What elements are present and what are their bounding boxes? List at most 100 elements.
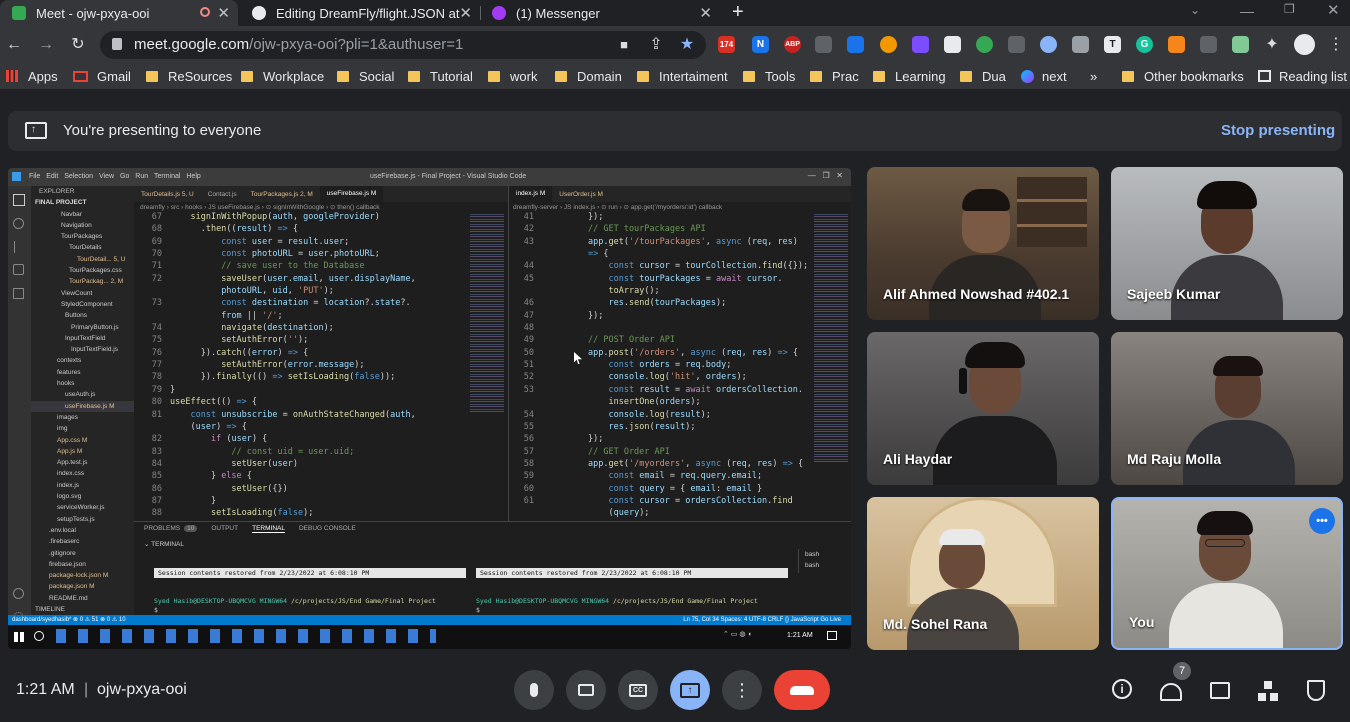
bookmark-workplace[interactable]: Workplace [241,68,324,84]
explorer-file[interactable]: TourPackages.css [31,265,134,276]
adblock-icon[interactable]: ABP [784,36,801,53]
explorer-file[interactable]: App.test.js [31,457,134,468]
bookmark-prac[interactable]: Prac [810,68,859,84]
extension-n-icon[interactable]: N [752,36,769,53]
explorer-file[interactable]: PrimaryButton.js [31,322,134,333]
explorer-file[interactable]: README.md [31,593,134,604]
bookmark-work[interactable]: work [488,68,537,84]
explorer-file[interactable]: TourDetail... 5, U [31,254,134,265]
bookmark-gmail[interactable]: Gmail [73,68,131,84]
extension-icon[interactable] [815,36,832,53]
bookmark-intertaiment[interactable]: Intertaiment [637,68,728,84]
explorer-file[interactable]: Buttons [31,310,134,321]
url-text[interactable]: meet.google.com/ojw-pxya-ooi?pli=1&authu… [134,36,463,53]
grammarly-icon[interactable]: G [1136,36,1153,53]
bookmark-domain[interactable]: Domain [555,68,622,84]
extension-icon[interactable] [944,36,961,53]
bookmark-tools[interactable]: Tools [743,68,795,84]
close-icon[interactable]: ✕ [217,4,230,22]
bookmark-apps[interactable]: Apps [6,68,58,84]
participant-tile-self[interactable]: ••• You [1111,497,1343,650]
explorer-file[interactable]: TourDetails [31,242,134,253]
participant-tile[interactable]: Sajeeb Kumar [1111,167,1343,320]
participant-tile[interactable]: Ali Haydar [867,332,1099,485]
explorer-file[interactable]: useAuth.js [31,389,134,400]
explorer-file[interactable]: TIMELINE [31,604,134,615]
kebab-menu-icon[interactable]: ⋮ [1326,35,1346,55]
bookmark-next[interactable]: next [1021,68,1067,84]
bookmark-other[interactable]: Other bookmarks [1122,68,1244,84]
explorer-file[interactable]: .gitignore [31,548,134,559]
explorer-file[interactable]: TourPackag... 2, M [31,276,134,287]
captions-button[interactable]: CC [618,670,658,710]
extension-icon[interactable]: T [1104,36,1121,53]
microphone-button[interactable] [514,670,554,710]
people-button[interactable] [1160,679,1184,703]
new-tab-button[interactable]: + [732,1,744,24]
stop-presenting-button[interactable]: Stop presenting [1221,122,1335,139]
explorer-file[interactable]: index.js [31,480,134,491]
lock-icon[interactable] [112,38,122,50]
explorer-file[interactable]: logo.svg [31,491,134,502]
bookmark-dua[interactable]: Dua [960,68,1006,84]
explorer-file[interactable]: Navigation [31,220,134,231]
more-options-button[interactable]: ⋮ [722,670,762,710]
explorer-file[interactable]: App.js M [31,446,134,457]
explorer-file[interactable]: img [31,423,134,434]
tab-meet[interactable]: Meet - ojw-pxya-ooi ✕ [0,0,238,26]
explorer-file[interactable]: setupTests.js [31,514,134,525]
react-devtools-icon[interactable] [1040,36,1057,53]
explorer-file[interactable]: useFirebase.js M [31,400,134,412]
star-icon[interactable]: ★ [677,35,697,55]
chat-button[interactable] [1208,679,1232,703]
bookmark-resources[interactable]: ReSources [146,68,232,84]
bookmark-reading-list[interactable]: Reading list [1258,68,1347,84]
explorer-file[interactable]: images [31,412,134,423]
extension-icon[interactable] [1072,36,1089,53]
extension-icon[interactable] [976,36,993,53]
close-icon[interactable]: ✕ [699,4,712,22]
minimize-icon[interactable]: — [1240,3,1254,19]
explorer-file[interactable]: features [31,367,134,378]
explorer-file[interactable]: StyledComponent [31,299,134,310]
bookmark-social[interactable]: Social [337,68,394,84]
explorer-file[interactable]: TourPackages [31,231,134,242]
reload-icon[interactable]: ↻ [68,35,88,55]
explorer-file[interactable]: ViewCount [31,288,134,299]
explorer-file[interactable]: Navbar [31,209,134,220]
bookmark-tutorial[interactable]: Tutorial [408,68,473,84]
explorer-file[interactable]: .firebaserc [31,536,134,547]
avatar[interactable] [1294,34,1315,55]
tab-messenger[interactable]: (1) Messenger ✕ [480,0,720,26]
explorer-file[interactable]: hooks [31,378,134,389]
extension-mail-icon[interactable]: 174 [718,36,735,53]
maximize-icon[interactable]: ❐ [1284,2,1295,16]
metamask-icon[interactable] [1168,36,1185,53]
puzzle-icon[interactable]: ✦ [1262,35,1282,55]
camera-icon[interactable]: ■ [614,35,634,55]
extension-icon[interactable] [847,36,864,53]
end-call-button[interactable] [774,670,830,710]
extension-icon[interactable] [912,36,929,53]
tab-github[interactable]: Editing DreamFly/flight.JSON at ✕ [240,0,480,26]
activities-button[interactable] [1256,679,1280,703]
tab-search-icon[interactable]: ⌄ [1190,3,1200,17]
explorer-file[interactable]: InputTextField.js [31,344,134,355]
explorer-file[interactable]: contexts [31,355,134,366]
extension-icon[interactable] [1232,36,1249,53]
meeting-details-button[interactable]: i [1112,679,1136,703]
back-icon[interactable]: ← [4,35,24,55]
explorer-file[interactable]: InputTextField [31,333,134,344]
camera-button[interactable] [566,670,606,710]
extension-icon[interactable] [880,36,897,53]
explorer-file[interactable]: index.css [31,468,134,479]
host-controls-button[interactable] [1304,679,1328,703]
forward-icon[interactable]: → [36,35,56,55]
window-close-icon[interactable]: ✕ [1327,1,1340,19]
close-icon[interactable]: ✕ [459,4,472,22]
participant-tile[interactable]: Md. Sohel Rana [867,497,1099,650]
bookmark-learning[interactable]: Learning [873,68,946,84]
extension-icon[interactable] [1200,36,1217,53]
explorer-file[interactable]: serviceWorker.js [31,502,134,513]
present-now-button[interactable]: ↑ [670,670,710,710]
